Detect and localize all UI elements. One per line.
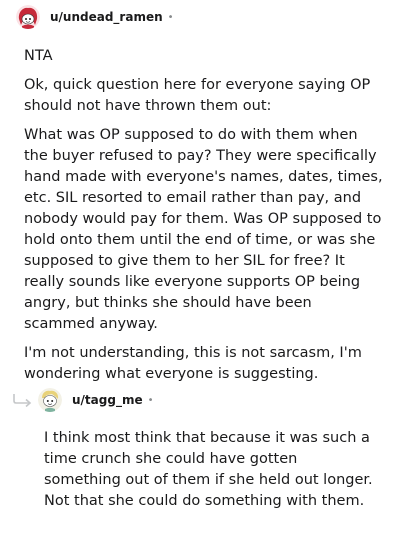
user-avatar-icon[interactable] xyxy=(16,5,40,29)
meta-separator: • xyxy=(167,11,174,23)
comment-paragraph: I'm not understanding, this is not sarca… xyxy=(24,345,362,382)
comment-author[interactable]: u/undead_ramen xyxy=(50,10,163,24)
comment-body: I think most think that because it was s… xyxy=(44,428,374,520)
reply-arrow-icon xyxy=(12,392,34,408)
comment-paragraph: I think most think that because it was s… xyxy=(44,430,373,509)
comment-body: NTA Ok, quick question here for everyone… xyxy=(24,46,384,393)
comment-paragraph: NTA xyxy=(24,48,53,64)
comment-paragraph: Ok, quick question here for everyone say… xyxy=(24,77,371,114)
user-avatar-icon[interactable] xyxy=(38,388,62,412)
comment-paragraph: What was OP supposed to do with them whe… xyxy=(24,127,383,332)
meta-separator: • xyxy=(147,394,154,406)
comment-header: u/tagg_me • xyxy=(38,386,154,414)
comment-author[interactable]: u/tagg_me xyxy=(72,393,143,407)
comment-header: u/undead_ramen • xyxy=(16,3,174,31)
